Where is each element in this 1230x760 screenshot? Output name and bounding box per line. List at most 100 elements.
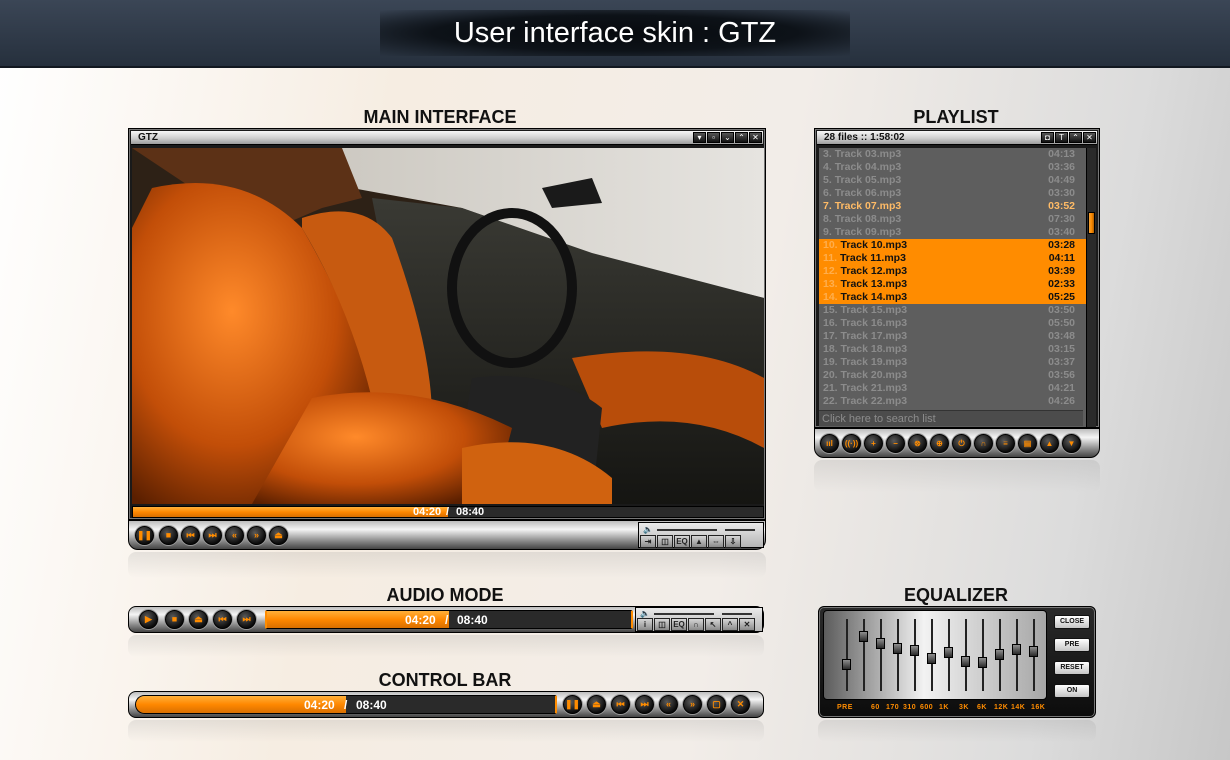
audio-stop-button[interactable]: ■ [165, 610, 184, 629]
eq-band-track[interactable] [982, 619, 984, 691]
pl-broadcast-button[interactable]: ((·)) [842, 434, 861, 453]
audio-open-button[interactable]: ⏏ [189, 610, 208, 629]
eq-band-knob[interactable] [910, 645, 919, 656]
pl-pin-icon[interactable]: ◘ [1041, 132, 1054, 143]
playlist-list[interactable]: 3. Track 03.mp304:134. Track 04.mp303:36… [819, 148, 1087, 427]
panel-btn-6[interactable]: ⇩ [725, 535, 741, 548]
panel-btn-4[interactable]: ▲ [691, 535, 707, 548]
playlist-row[interactable]: 18. Track 18.mp303:15 [819, 343, 1087, 356]
audio-next-button[interactable]: ⏭ [237, 610, 256, 629]
eq-band-knob[interactable] [859, 631, 868, 642]
playlist-row[interactable]: 20. Track 20.mp303:56 [819, 369, 1087, 382]
video-area[interactable] [132, 148, 764, 504]
playlist-row[interactable]: 6. Track 06.mp303:30 [819, 187, 1087, 200]
playlist-row[interactable]: 15. Track 15.mp303:50 [819, 304, 1087, 317]
eq-band-knob[interactable] [876, 638, 885, 649]
panel-btn-2[interactable]: ◫ [657, 535, 673, 548]
playlist-scroll-thumb[interactable] [1088, 212, 1095, 234]
cb-window-button[interactable]: ▢ [707, 695, 726, 714]
stop-button[interactable]: ■ [159, 526, 178, 545]
prev-button[interactable]: ⏮ [181, 526, 200, 545]
playlist-row[interactable]: 7. Track 07.mp303:52 [819, 200, 1087, 213]
eq-preset-button[interactable]: PRE [1054, 638, 1090, 652]
eq-band-knob[interactable] [995, 649, 1004, 660]
panel-btn-5[interactable]: ⇔ [708, 535, 724, 548]
pl-up-button[interactable]: ▲ [1040, 434, 1059, 453]
audio-balance-slider[interactable] [722, 613, 752, 615]
pl-menu-button[interactable]: ▤ [1018, 434, 1037, 453]
cb-rewind-button[interactable]: « [659, 695, 678, 714]
pl-close-icon[interactable]: ✕ [1083, 132, 1096, 143]
balance-slider[interactable] [725, 529, 755, 531]
audio-volume-slider[interactable] [654, 613, 714, 615]
main-titlebar[interactable]: GTZ ▾ ▫ ⌄ ⌃ ✕ [131, 131, 763, 145]
cb-open-button[interactable]: ⏏ [587, 695, 606, 714]
pl-remove-button[interactable]: − [886, 434, 905, 453]
control-seek-bar[interactable]: 04:20 / 08:40 [135, 695, 557, 714]
pl-headphones-button[interactable]: ∩ [974, 434, 993, 453]
close-icon[interactable]: ✕ [749, 132, 762, 143]
pl-add-button[interactable]: + [864, 434, 883, 453]
volume-slider[interactable] [657, 529, 717, 531]
playlist-row[interactable]: 3. Track 03.mp304:13 [819, 148, 1087, 161]
eq-band-track[interactable] [1016, 619, 1018, 691]
shade-icon[interactable]: ⌄ [721, 132, 734, 143]
playlist-row[interactable]: 5. Track 05.mp304:49 [819, 174, 1087, 187]
playlist-row[interactable]: 14. Track 14.mp305:25 [819, 291, 1087, 304]
playlist-row[interactable]: 4. Track 04.mp303:36 [819, 161, 1087, 174]
playlist-search[interactable]: Click here to search list [819, 410, 1083, 426]
playlist-row[interactable]: 19. Track 19.mp303:37 [819, 356, 1087, 369]
pl-down-button[interactable]: ▼ [1062, 434, 1081, 453]
playlist-row[interactable]: 8. Track 08.mp307:30 [819, 213, 1087, 226]
playlist-row[interactable]: 16. Track 16.mp305:50 [819, 317, 1087, 330]
audio-play-button[interactable]: ▶ [139, 610, 158, 629]
audio-panel-btn-1[interactable]: i [637, 618, 653, 631]
playlist-row[interactable]: 22. Track 22.mp304:26 [819, 395, 1087, 408]
playlist-row[interactable]: 10. Track 10.mp303:28 [819, 239, 1087, 252]
pl-insert-button[interactable]: ⊕ [930, 434, 949, 453]
eq-close-button[interactable]: CLOSE [1054, 615, 1090, 629]
pl-shade-icon[interactable]: ⌃ [1069, 132, 1082, 143]
eq-band-knob[interactable] [1029, 646, 1038, 657]
playlist-scrollbar[interactable] [1086, 148, 1096, 427]
restore-icon[interactable]: ▫ [707, 132, 720, 143]
audio-eq-button[interactable]: EQ [671, 618, 687, 631]
pl-power-button[interactable]: ⏻ [952, 434, 971, 453]
pause-button[interactable]: ❚❚ [135, 526, 154, 545]
playlist-row[interactable]: 9. Track 09.mp303:40 [819, 226, 1087, 239]
playlist-row[interactable]: 13. Track 13.mp302:33 [819, 278, 1087, 291]
audio-panel-btn-6[interactable]: ^ [722, 618, 738, 631]
panel-btn-1[interactable]: ⇥ [640, 535, 656, 548]
playlist-row[interactable]: 11. Track 11.mp304:11 [819, 252, 1087, 265]
maximize-icon[interactable]: ⌃ [735, 132, 748, 143]
eq-band-knob[interactable] [1012, 644, 1021, 655]
cb-close-button[interactable]: ✕ [731, 695, 750, 714]
eq-band-track[interactable] [880, 619, 882, 691]
audio-panel-btn-4[interactable]: ∩ [688, 618, 704, 631]
pl-stats-button[interactable]: ııl [820, 434, 839, 453]
minimize-icon[interactable]: ▾ [693, 132, 706, 143]
pl-top-icon[interactable]: T [1055, 132, 1068, 143]
playlist-row[interactable]: 12. Track 12.mp303:39 [819, 265, 1087, 278]
seek-bar[interactable]: 04:20 / 08:40 [132, 506, 764, 518]
forward-button[interactable]: » [247, 526, 266, 545]
cb-next-button[interactable]: ⏭ [635, 695, 654, 714]
audio-panel-btn-2[interactable]: ◫ [654, 618, 670, 631]
eq-band-track[interactable] [965, 619, 967, 691]
playlist-titlebar[interactable]: 28 files :: 1:58:02 ◘ T ⌃ ✕ [817, 131, 1097, 145]
next-button[interactable]: ⏭ [203, 526, 222, 545]
audio-prev-button[interactable]: ⏮ [213, 610, 232, 629]
eq-on-button[interactable]: ON [1054, 684, 1090, 698]
rewind-button[interactable]: « [225, 526, 244, 545]
eq-band-knob[interactable] [961, 656, 970, 667]
audio-panel-btn-5[interactable]: ↖ [705, 618, 721, 631]
open-button[interactable]: ⏏ [269, 526, 288, 545]
playlist-row[interactable]: 17. Track 17.mp303:48 [819, 330, 1087, 343]
eq-toggle-button[interactable]: EQ [674, 535, 690, 548]
eq-band-knob[interactable] [893, 643, 902, 654]
cb-pause-button[interactable]: ❚❚ [563, 695, 582, 714]
pl-list-button[interactable]: ≡ [996, 434, 1015, 453]
eq-band-knob[interactable] [927, 653, 936, 664]
eq-band-knob[interactable] [842, 659, 851, 670]
eq-band-knob[interactable] [944, 647, 953, 658]
